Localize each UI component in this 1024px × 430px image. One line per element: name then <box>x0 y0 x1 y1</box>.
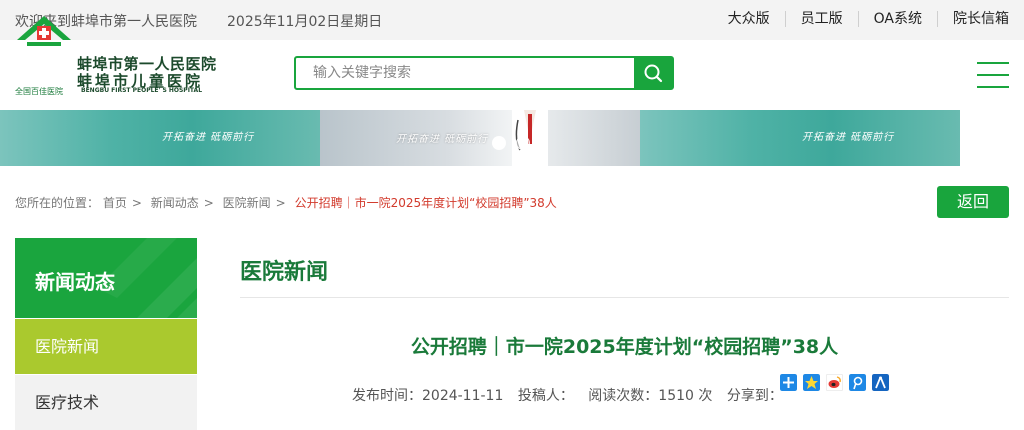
search-icon <box>644 64 663 83</box>
banner-slide-blank <box>960 110 1024 166</box>
banner-carousel[interactable]: 开拓奋进 砥砺前行 开拓奋进 砥砺前行 开拓奋进 砥砺前行 <box>0 110 1024 166</box>
carousel-dot[interactable] <box>516 136 530 150</box>
link-staff-version[interactable]: 员工版 <box>784 11 858 27</box>
sidebar-heading-box: 新闻动态 <box>15 238 197 318</box>
breadcrumb-news[interactable]: 新闻动态 <box>151 196 199 210</box>
top-bar: 欢迎来到蚌埠市第一人民医院 2025年11月02日星期日 大众版 员工版 OA系… <box>0 0 1024 40</box>
section-divider <box>240 297 1009 298</box>
breadcrumb-separator: > <box>131 196 142 210</box>
banner-slide: 开拓奋进 砥砺前行 <box>0 110 320 166</box>
section-title: 医院新闻 <box>240 260 329 285</box>
breadcrumb-hospital-news[interactable]: 医院新闻 <box>223 196 271 210</box>
banner-slogan: 开拓奋进 砥砺前行 <box>162 132 255 143</box>
logo-tagline: 全国百佳医院 <box>15 87 63 96</box>
breadcrumb-home[interactable]: 首页 <box>103 196 127 210</box>
hamburger-menu-icon[interactable] <box>977 62 1009 88</box>
banner-slide: 开拓奋进 砥砺前行 <box>320 110 640 166</box>
search-box <box>294 56 674 90</box>
back-button[interactable]: 返回 <box>937 186 1009 218</box>
breadcrumb-current: 公开招聘｜市一院2025年度计划“校园招聘”38人 <box>294 196 557 210</box>
link-oa-system[interactable]: OA系统 <box>857 11 937 27</box>
sidebar-heading: 新闻动态 <box>35 270 115 294</box>
publish-date: 发布时间：2024-11-11 <box>352 388 504 404</box>
banner-slogan: 开拓奋进 砥砺前行 <box>802 132 895 143</box>
carousel-dot-active[interactable] <box>492 136 506 150</box>
view-count: 阅读次数：1510 次 <box>588 388 713 404</box>
link-president-mailbox[interactable]: 院长信箱 <box>937 11 1009 27</box>
doctor-image <box>512 110 548 166</box>
banner-slogan: 开拓奋进 砥砺前行 <box>396 134 489 145</box>
top-links: 大众版 员工版 OA系统 院长信箱 <box>713 11 1009 27</box>
sidebar-item-medical-tech[interactable]: 医疗技术 <box>15 375 197 430</box>
hospital-logo-icon <box>17 16 71 46</box>
sidebar-item-hospital-news[interactable]: 医院新闻 <box>15 319 197 374</box>
tencent-weibo-icon[interactable] <box>849 374 866 391</box>
search-button[interactable] <box>634 58 672 88</box>
qzone-icon[interactable] <box>803 374 820 391</box>
article-author: 投稿人： <box>517 388 574 404</box>
link-public-version[interactable]: 大众版 <box>713 11 785 27</box>
article-title: 公开招聘｜市一院2025年度计划“校园招聘”38人 <box>410 336 839 358</box>
breadcrumb-prefix: 您所在的位置： <box>15 196 100 210</box>
weibo-icon[interactable] <box>826 374 843 391</box>
search-input[interactable] <box>296 58 634 88</box>
logo-name-english: BENGBU FIRST PEOPLE' S HOSPITAL <box>81 87 203 94</box>
renren-icon[interactable] <box>872 374 889 391</box>
share-icons <box>780 374 889 391</box>
share-label: 分享到： <box>726 388 783 404</box>
breadcrumb: 您所在的位置： 首页 > 新闻动态 > 医院新闻 > 公开招聘｜市一院2025年度计划… <box>15 194 557 211</box>
breadcrumb-separator: > <box>203 196 214 210</box>
share-more-icon[interactable] <box>780 374 797 391</box>
article-meta: 发布时间：2024-11-11 投稿人： 阅读次数：1510 次 分享到： <box>352 385 793 405</box>
breadcrumb-separator: > <box>275 196 286 210</box>
date-text: 2025年11月02日星期日 <box>227 14 383 30</box>
banner-slide: 开拓奋进 砥砺前行 <box>640 110 960 166</box>
